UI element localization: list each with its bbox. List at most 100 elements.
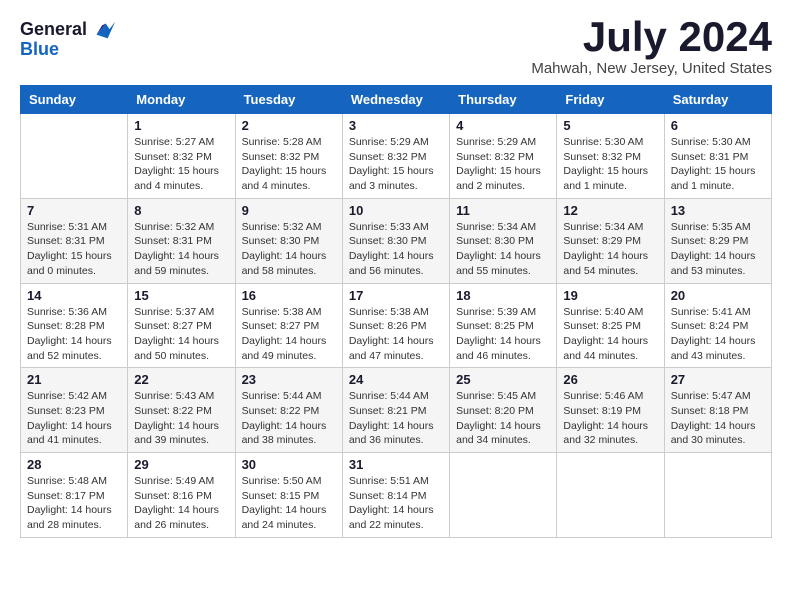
calendar-cell: 18 Sunrise: 5:39 AM Sunset: 8:25 PM Dayli… bbox=[450, 283, 557, 368]
day-info: Sunrise: 5:32 AM Sunset: 8:30 PM Dayligh… bbox=[242, 220, 336, 279]
day-number: 5 bbox=[563, 118, 657, 133]
day-info: Sunrise: 5:30 AM Sunset: 8:32 PM Dayligh… bbox=[563, 135, 657, 194]
calendar-cell: 13Sunrise: 5:35 AM Sunset: 8:29 PM Dayli… bbox=[664, 198, 771, 283]
calendar-cell: 10 Sunrise: 5:33 AM Sunset: 8:30 PM Dayli… bbox=[342, 198, 449, 283]
column-header-tuesday: Tuesday bbox=[235, 86, 342, 114]
day-info: Sunrise: 5:38 AM Sunset: 8:27 PM Dayligh… bbox=[242, 305, 336, 364]
calendar-cell: 21 Sunrise: 5:42 AM Sunset: 8:23 PM Dayli… bbox=[21, 368, 128, 453]
day-info: Sunrise: 5:50 AM Sunset: 8:15 PM Dayligh… bbox=[242, 474, 336, 533]
day-info: Sunrise: 5:34 AM Sunset: 8:30 PM Dayligh… bbox=[456, 220, 550, 279]
calendar-cell bbox=[557, 453, 664, 538]
calendar-cell bbox=[664, 453, 771, 538]
day-number: 17 bbox=[349, 288, 443, 303]
week-row-2: 7 Sunrise: 5:31 AM Sunset: 8:31 PM Daylig… bbox=[21, 198, 772, 283]
calendar-cell: 29 Sunrise: 5:49 AM Sunset: 8:16 PM Dayli… bbox=[128, 453, 235, 538]
logo-text: General bbox=[20, 20, 87, 40]
calendar-cell: 7 Sunrise: 5:31 AM Sunset: 8:31 PM Daylig… bbox=[21, 198, 128, 283]
calendar-cell: 22 Sunrise: 5:43 AM Sunset: 8:22 PM Dayli… bbox=[128, 368, 235, 453]
day-info: Sunrise: 5:31 AM Sunset: 8:31 PM Dayligh… bbox=[27, 220, 121, 279]
day-number: 29 bbox=[134, 457, 228, 472]
calendar-cell: 6Sunrise: 5:30 AM Sunset: 8:31 PM Daylig… bbox=[664, 114, 771, 199]
location-text: Mahwah, New Jersey, United States bbox=[531, 60, 772, 77]
day-info: Sunrise: 5:43 AM Sunset: 8:22 PM Dayligh… bbox=[134, 389, 228, 448]
day-info: Sunrise: 5:36 AM Sunset: 8:28 PM Dayligh… bbox=[27, 305, 121, 364]
header-row: SundayMondayTuesdayWednesdayThursdayFrid… bbox=[21, 86, 772, 114]
day-info: Sunrise: 5:30 AM Sunset: 8:31 PM Dayligh… bbox=[671, 135, 765, 194]
calendar-cell: 14 Sunrise: 5:36 AM Sunset: 8:28 PM Dayli… bbox=[21, 283, 128, 368]
calendar-cell: 31 Sunrise: 5:51 AM Sunset: 8:14 PM Dayli… bbox=[342, 453, 449, 538]
day-number: 3 bbox=[349, 118, 443, 133]
day-number: 15 bbox=[134, 288, 228, 303]
day-number: 4 bbox=[456, 118, 550, 133]
day-info: Sunrise: 5:39 AM Sunset: 8:25 PM Dayligh… bbox=[456, 305, 550, 364]
week-row-1: 1 Sunrise: 5:27 AM Sunset: 8:32 PM Daylig… bbox=[21, 114, 772, 199]
column-header-thursday: Thursday bbox=[450, 86, 557, 114]
calendar-cell bbox=[450, 453, 557, 538]
day-info: Sunrise: 5:29 AM Sunset: 8:32 PM Dayligh… bbox=[349, 135, 443, 194]
day-number: 25 bbox=[456, 372, 550, 387]
day-info: Sunrise: 5:49 AM Sunset: 8:16 PM Dayligh… bbox=[134, 474, 228, 533]
calendar-cell: 2Sunrise: 5:28 AM Sunset: 8:32 PM Daylig… bbox=[235, 114, 342, 199]
day-number: 1 bbox=[134, 118, 228, 133]
logo-blue-text: Blue bbox=[20, 39, 59, 59]
calendar-cell: 25 Sunrise: 5:45 AM Sunset: 8:20 PM Dayli… bbox=[450, 368, 557, 453]
day-number: 28 bbox=[27, 457, 121, 472]
day-number: 22 bbox=[134, 372, 228, 387]
week-row-5: 28 Sunrise: 5:48 AM Sunset: 8:17 PM Dayli… bbox=[21, 453, 772, 538]
day-info: Sunrise: 5:27 AM Sunset: 8:32 PM Dayligh… bbox=[134, 135, 228, 194]
calendar-cell: 17 Sunrise: 5:38 AM Sunset: 8:26 PM Dayli… bbox=[342, 283, 449, 368]
calendar-cell: 1 Sunrise: 5:27 AM Sunset: 8:32 PM Daylig… bbox=[128, 114, 235, 199]
day-info: Sunrise: 5:47 AM Sunset: 8:18 PM Dayligh… bbox=[671, 389, 765, 448]
calendar-cell: 28 Sunrise: 5:48 AM Sunset: 8:17 PM Dayli… bbox=[21, 453, 128, 538]
day-number: 10 bbox=[349, 203, 443, 218]
calendar-cell: 24Sunrise: 5:44 AM Sunset: 8:21 PM Dayli… bbox=[342, 368, 449, 453]
day-info: Sunrise: 5:44 AM Sunset: 8:22 PM Dayligh… bbox=[242, 389, 336, 448]
column-header-saturday: Saturday bbox=[664, 86, 771, 114]
calendar-cell: 15Sunrise: 5:37 AM Sunset: 8:27 PM Dayli… bbox=[128, 283, 235, 368]
calendar-cell: 16Sunrise: 5:38 AM Sunset: 8:27 PM Dayli… bbox=[235, 283, 342, 368]
day-number: 14 bbox=[27, 288, 121, 303]
column-header-monday: Monday bbox=[128, 86, 235, 114]
day-number: 18 bbox=[456, 288, 550, 303]
day-info: Sunrise: 5:42 AM Sunset: 8:23 PM Dayligh… bbox=[27, 389, 121, 448]
column-header-wednesday: Wednesday bbox=[342, 86, 449, 114]
day-info: Sunrise: 5:33 AM Sunset: 8:30 PM Dayligh… bbox=[349, 220, 443, 279]
day-info: Sunrise: 5:40 AM Sunset: 8:25 PM Dayligh… bbox=[563, 305, 657, 364]
day-info: Sunrise: 5:29 AM Sunset: 8:32 PM Dayligh… bbox=[456, 135, 550, 194]
day-info: Sunrise: 5:34 AM Sunset: 8:29 PM Dayligh… bbox=[563, 220, 657, 279]
day-number: 19 bbox=[563, 288, 657, 303]
day-info: Sunrise: 5:48 AM Sunset: 8:17 PM Dayligh… bbox=[27, 474, 121, 533]
calendar-cell: 30 Sunrise: 5:50 AM Sunset: 8:15 PM Dayli… bbox=[235, 453, 342, 538]
calendar-cell: 9 Sunrise: 5:32 AM Sunset: 8:30 PM Daylig… bbox=[235, 198, 342, 283]
day-number: 9 bbox=[242, 203, 336, 218]
calendar-cell: 3 Sunrise: 5:29 AM Sunset: 8:32 PM Daylig… bbox=[342, 114, 449, 199]
day-number: 21 bbox=[27, 372, 121, 387]
logo-bird-icon bbox=[89, 16, 117, 44]
calendar-cell: 4 Sunrise: 5:29 AM Sunset: 8:32 PM Daylig… bbox=[450, 114, 557, 199]
calendar-table: SundayMondayTuesdayWednesdayThursdayFrid… bbox=[20, 85, 772, 538]
day-info: Sunrise: 5:38 AM Sunset: 8:26 PM Dayligh… bbox=[349, 305, 443, 364]
day-number: 7 bbox=[27, 203, 121, 218]
calendar-cell: 20Sunrise: 5:41 AM Sunset: 8:24 PM Dayli… bbox=[664, 283, 771, 368]
day-number: 31 bbox=[349, 457, 443, 472]
month-title: July 2024 bbox=[531, 16, 772, 58]
day-number: 26 bbox=[563, 372, 657, 387]
column-header-friday: Friday bbox=[557, 86, 664, 114]
calendar-cell: 26 Sunrise: 5:46 AM Sunset: 8:19 PM Dayli… bbox=[557, 368, 664, 453]
day-info: Sunrise: 5:45 AM Sunset: 8:20 PM Dayligh… bbox=[456, 389, 550, 448]
day-info: Sunrise: 5:32 AM Sunset: 8:31 PM Dayligh… bbox=[134, 220, 228, 279]
day-number: 30 bbox=[242, 457, 336, 472]
day-number: 2 bbox=[242, 118, 336, 133]
calendar-cell: 8 Sunrise: 5:32 AM Sunset: 8:31 PM Daylig… bbox=[128, 198, 235, 283]
day-number: 20 bbox=[671, 288, 765, 303]
day-info: Sunrise: 5:35 AM Sunset: 8:29 PM Dayligh… bbox=[671, 220, 765, 279]
calendar-cell bbox=[21, 114, 128, 199]
calendar-cell: 11Sunrise: 5:34 AM Sunset: 8:30 PM Dayli… bbox=[450, 198, 557, 283]
day-info: Sunrise: 5:46 AM Sunset: 8:19 PM Dayligh… bbox=[563, 389, 657, 448]
calendar-cell: 23Sunrise: 5:44 AM Sunset: 8:22 PM Dayli… bbox=[235, 368, 342, 453]
day-info: Sunrise: 5:51 AM Sunset: 8:14 PM Dayligh… bbox=[349, 474, 443, 533]
day-number: 24 bbox=[349, 372, 443, 387]
calendar-cell: 12Sunrise: 5:34 AM Sunset: 8:29 PM Dayli… bbox=[557, 198, 664, 283]
day-number: 8 bbox=[134, 203, 228, 218]
title-section: July 2024 Mahwah, New Jersey, United Sta… bbox=[531, 16, 772, 77]
